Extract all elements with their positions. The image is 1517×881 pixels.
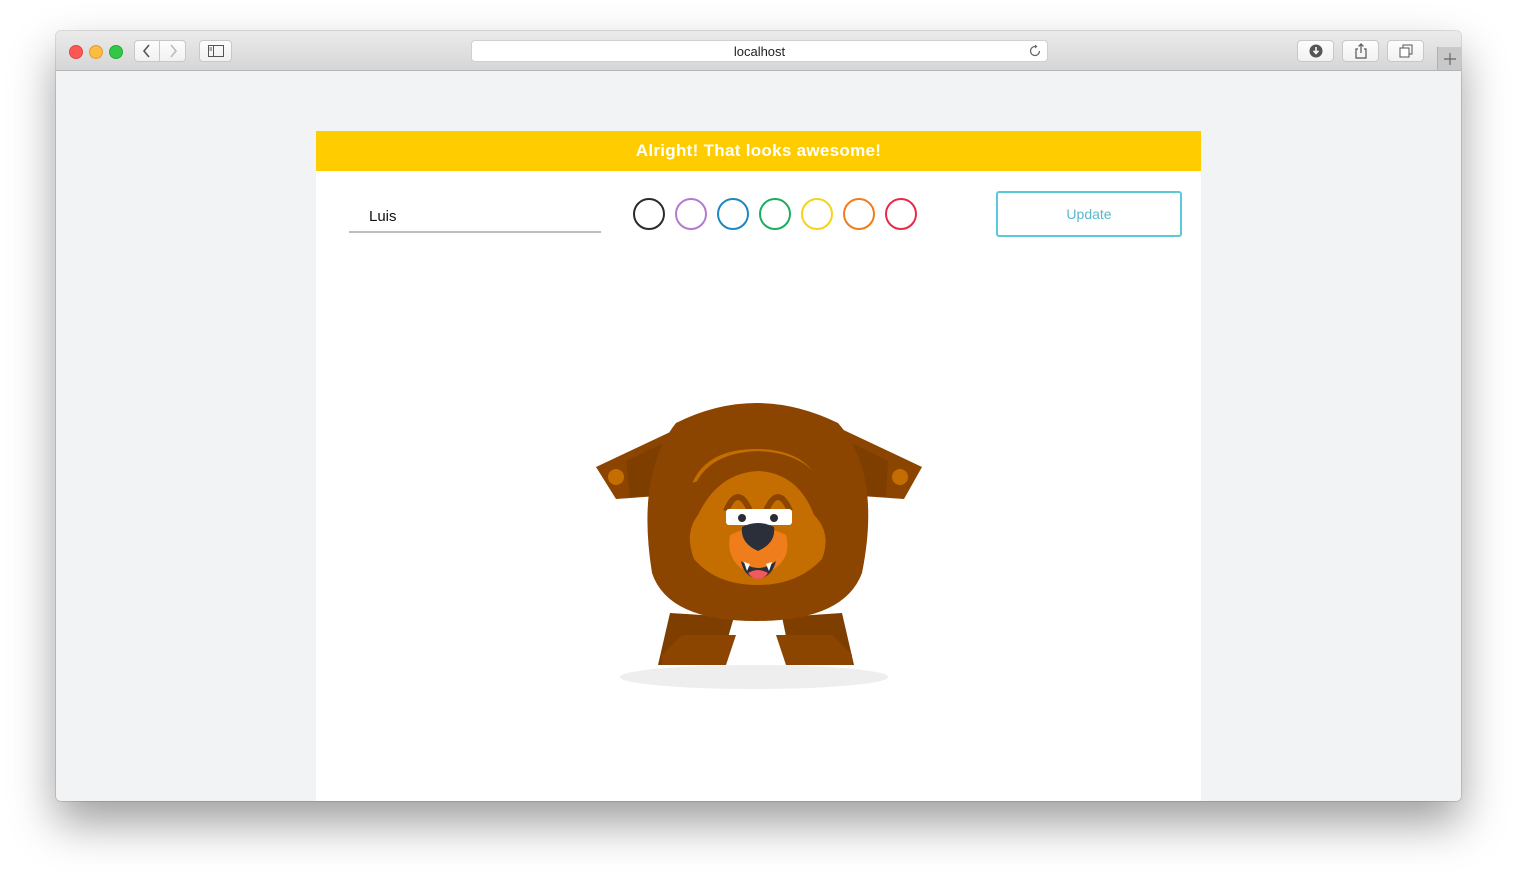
tabs-icon	[1399, 44, 1412, 58]
swatch-purple[interactable]	[675, 198, 707, 230]
tab-overview-button[interactable]	[1387, 40, 1424, 62]
reload-icon[interactable]	[1028, 44, 1042, 61]
color-swatches	[633, 198, 917, 230]
bear-eye-band	[726, 509, 792, 525]
swatch-green[interactable]	[759, 198, 791, 230]
minimize-window-button[interactable]	[89, 45, 103, 59]
chevron-left-icon	[142, 44, 150, 58]
sidebar-icon	[207, 45, 224, 57]
page-viewport: Alright! That looks awesome! Update	[56, 71, 1461, 801]
editor-card: Alright! That looks awesome! Update	[316, 131, 1201, 801]
browser-toolbar: localhost	[56, 31, 1461, 71]
maximize-window-button[interactable]	[109, 45, 123, 59]
update-button[interactable]: Update	[996, 191, 1182, 237]
bear-eye-right	[770, 514, 778, 522]
forward-button[interactable]	[160, 40, 186, 62]
share-icon	[1354, 43, 1367, 59]
url-text: localhost	[733, 43, 786, 59]
sidebar-toggle-button[interactable]	[199, 40, 232, 62]
download-icon	[1309, 44, 1322, 58]
swatch-yellow[interactable]	[801, 198, 833, 230]
banner-message: Alright! That looks awesome!	[635, 141, 882, 160]
swatch-black[interactable]	[633, 198, 665, 230]
chevron-right-icon	[169, 44, 177, 58]
success-banner: Alright! That looks awesome!	[316, 131, 1201, 171]
bear-eye-left	[738, 514, 746, 522]
new-tab-button[interactable]	[1437, 47, 1461, 70]
swatch-orange[interactable]	[843, 198, 875, 230]
swatch-red[interactable]	[885, 198, 917, 230]
name-input[interactable]	[349, 201, 601, 233]
plus-icon	[1444, 52, 1456, 65]
swatch-blue[interactable]	[717, 198, 749, 230]
back-button[interactable]	[134, 40, 160, 62]
bear-head-layer	[675, 451, 840, 595]
downloads-button[interactable]	[1297, 40, 1334, 62]
share-button[interactable]	[1342, 40, 1379, 62]
close-window-button[interactable]	[69, 45, 83, 59]
browser-window: localhost Alright! That looks awesome! L…	[56, 31, 1461, 801]
address-bar[interactable]: localhost	[471, 40, 1048, 62]
